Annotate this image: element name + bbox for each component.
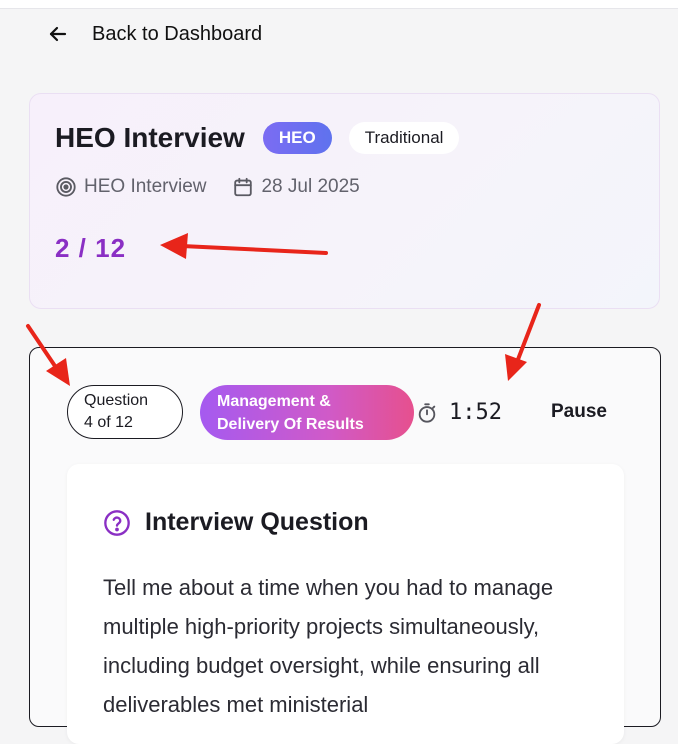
stopwatch-icon [418, 402, 436, 423]
category-line-2: Delivery Of Results [217, 416, 364, 433]
top-bar [0, 0, 678, 9]
progress-count: 2 / 12 [55, 233, 127, 263]
back-to-dashboard-link[interactable]: Back to Dashboard [46, 22, 262, 46]
timer: 1:52 [416, 400, 502, 425]
format-badge: Traditional [348, 122, 460, 154]
interview-date: 28 Jul 2025 [261, 176, 360, 197]
question-heading: Interview Question [145, 508, 369, 536]
interview-type: HEO Interview [84, 176, 207, 197]
help-circle-icon [104, 509, 130, 536]
target-icon [56, 177, 76, 197]
timer-value: 1:52 [449, 400, 502, 425]
calendar-icon [234, 177, 253, 197]
interview-summary-card: HEO Interview HEO Traditional HEO Interv… [29, 93, 660, 309]
category-line-1: Management & [217, 393, 331, 410]
question-counter-label: Question [84, 392, 149, 409]
question-text: Tell me about a time when you had to man… [103, 575, 554, 717]
question-card: Interview Question Tell me about a time … [67, 464, 624, 744]
level-badge: HEO [262, 122, 332, 154]
interview-title: HEO Interview [55, 122, 245, 153]
question-counter-pill: Question 4 of 12 [67, 385, 183, 439]
category-pill: Management & Delivery Of Results [200, 385, 414, 440]
pause-button[interactable]: Pause [551, 401, 607, 423]
question-panel: Question 4 of 12 Management & Delivery O… [29, 347, 661, 744]
arrow-left-icon [49, 26, 67, 42]
back-label: Back to Dashboard [92, 22, 263, 45]
question-counter-value: 4 of 12 [84, 414, 133, 431]
